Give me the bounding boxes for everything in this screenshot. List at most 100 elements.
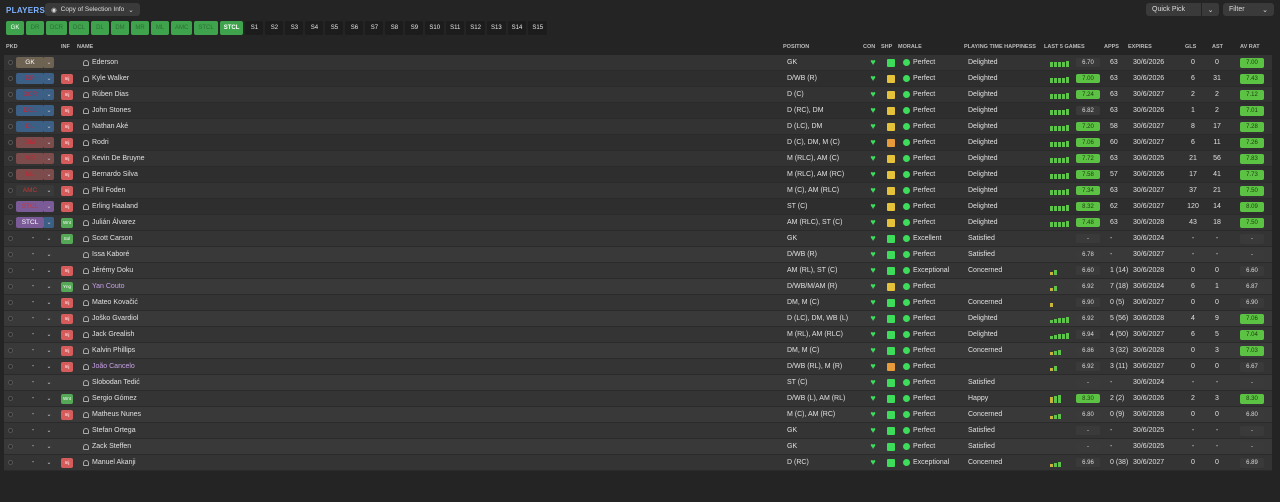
player-name[interactable]: Manuel Akanji	[92, 459, 136, 466]
picked-position-dash[interactable]: -	[28, 459, 38, 466]
tab-s7[interactable]: S7	[365, 21, 384, 35]
picked-position-tag[interactable]: DR	[16, 73, 44, 84]
table-row[interactable]: GK ⌄ Ederson GK ♥ Perfect Delighted 6.70 63 30/6/…	[4, 55, 1272, 71]
col-expires[interactable]: EXPIRES	[1128, 44, 1152, 50]
table-row[interactable]: DM ⌄ Inj Rodri D (C), DM, M (C) ♥ Perfect Delig…	[4, 135, 1272, 151]
select-dot[interactable]	[8, 284, 13, 289]
table-row[interactable]: DCL ⌄ Inj John Stones D (RC), DM ♥ Perfect Deli…	[4, 103, 1272, 119]
position-chevron-icon[interactable]: ⌄	[44, 377, 54, 388]
quick-pick-dropdown-button[interactable]: ⌄	[1201, 3, 1219, 16]
table-row[interactable]: - ⌄ Sol Scott Carson GK ♥ Excellent Satisfied - -…	[4, 231, 1272, 247]
player-name[interactable]: Julián Álvarez	[92, 219, 136, 226]
select-dot[interactable]	[8, 204, 13, 209]
player-name[interactable]: Kevin De Bruyne	[92, 155, 145, 162]
select-dot[interactable]	[8, 364, 13, 369]
picked-position-dash[interactable]: -	[28, 283, 38, 290]
tab-s15[interactable]: S15	[528, 21, 548, 35]
picked-position-dash[interactable]: -	[28, 411, 38, 418]
view-dropdown[interactable]: ◉ Copy of Selection Info ⌄	[45, 3, 140, 16]
tab-dr[interactable]: DR	[26, 21, 44, 35]
tab-amc[interactable]: AMC	[171, 21, 193, 35]
tab-s8[interactable]: S8	[385, 21, 404, 35]
select-dot[interactable]	[8, 300, 13, 305]
col-apps[interactable]: APPS	[1104, 44, 1119, 50]
player-name[interactable]: Jack Grealish	[92, 331, 134, 338]
position-chevron-icon[interactable]: ⌄	[44, 153, 54, 164]
player-name[interactable]: Bernardo Silva	[92, 171, 138, 178]
select-dot[interactable]	[8, 220, 13, 225]
tab-s9[interactable]: S9	[405, 21, 424, 35]
player-name[interactable]: Ederson	[92, 59, 118, 66]
select-dot[interactable]	[8, 428, 13, 433]
tab-s2[interactable]: S2	[265, 21, 284, 35]
position-chevron-icon[interactable]: ⌄	[44, 201, 54, 212]
player-name[interactable]: Rúben Dias	[92, 91, 129, 98]
table-row[interactable]: - ⌄ Issa Kaboré D/WB (R) ♥ Perfect Satisfied 6.…	[4, 247, 1272, 263]
select-dot[interactable]	[8, 236, 13, 241]
picked-position-tag[interactable]: AMC	[16, 185, 44, 196]
picked-position-dash[interactable]: -	[28, 331, 38, 338]
player-name[interactable]: John Stones	[92, 107, 131, 114]
select-dot[interactable]	[8, 332, 13, 337]
position-chevron-icon[interactable]: ⌄	[44, 265, 54, 276]
picked-position-tag[interactable]: ML	[16, 169, 44, 180]
position-chevron-icon[interactable]: ⌄	[44, 169, 54, 180]
picked-position-tag[interactable]: DCR	[16, 89, 44, 100]
select-dot[interactable]	[8, 188, 13, 193]
player-name[interactable]: Kalvin Phillips	[92, 347, 135, 354]
table-row[interactable]: DCR ⌄ Inj Rúben Dias D (C) ♥ Perfect Delighted 7…	[4, 87, 1272, 103]
select-dot[interactable]	[8, 172, 13, 177]
position-chevron-icon[interactable]: ⌄	[44, 121, 54, 132]
player-name[interactable]: Rodri	[92, 139, 109, 146]
player-name[interactable]: Matheus Nunes	[92, 411, 141, 418]
picked-position-tag[interactable]: MR	[16, 153, 44, 164]
select-dot[interactable]	[8, 412, 13, 417]
position-chevron-icon[interactable]: ⌄	[44, 233, 54, 244]
picked-position-dash[interactable]: -	[28, 235, 38, 242]
col-gls[interactable]: GLS	[1185, 44, 1196, 50]
position-chevron-icon[interactable]: ⌄	[44, 137, 54, 148]
picked-position-dash[interactable]: -	[28, 395, 38, 402]
table-row[interactable]: - ⌄ Slobodan Tedić ST (C) ♥ Perfect Satisfied -…	[4, 375, 1272, 391]
player-name[interactable]: Phil Foden	[92, 187, 125, 194]
tab-mr[interactable]: MR	[131, 21, 150, 35]
tab-s1[interactable]: S1	[245, 21, 264, 35]
tab-stcl[interactable]: STCL	[194, 21, 218, 35]
select-dot[interactable]	[8, 140, 13, 145]
position-chevron-icon[interactable]: ⌄	[44, 249, 54, 260]
picked-position-dash[interactable]: -	[28, 379, 38, 386]
tab-dcl[interactable]: DCL	[69, 21, 90, 35]
select-dot[interactable]	[8, 60, 13, 65]
tab-s4[interactable]: S4	[305, 21, 324, 35]
player-name[interactable]: Slobodan Tedić	[92, 379, 140, 386]
tab-s11[interactable]: S11	[446, 21, 465, 35]
player-name[interactable]: João Cancelo	[92, 363, 135, 370]
table-row[interactable]: - ⌄ Yng Yan Couto D/WB/M/AM (R) ♥ Perfect 6.92 7…	[4, 279, 1272, 295]
select-dot[interactable]	[8, 92, 13, 97]
table-row[interactable]: - ⌄ Inj Kalvin Phillips DM, M (C) ♥ Perfect Con…	[4, 343, 1272, 359]
picked-position-tag[interactable]: STCL	[16, 201, 44, 212]
player-name[interactable]: Jérémy Doku	[92, 267, 133, 274]
table-row[interactable]: - ⌄ Inj João Cancelo D/WB (RL), M (R) ♥ Perfec…	[4, 359, 1272, 375]
table-row[interactable]: - ⌄ Inj Mateo Kovačić DM, M (C) ♥ Perfect Conce…	[4, 295, 1272, 311]
select-dot[interactable]	[8, 396, 13, 401]
table-row[interactable]: - ⌄ Inj Manuel Akanji D (RC) ♥ Exceptional Conc…	[4, 455, 1272, 471]
picked-position-dash[interactable]: -	[28, 427, 38, 434]
col-morale[interactable]: MORALE	[898, 44, 922, 50]
col-inf[interactable]: INF	[61, 44, 70, 50]
player-name[interactable]: Nathan Aké	[92, 123, 128, 130]
picked-position-dash[interactable]: -	[28, 347, 38, 354]
player-name[interactable]: Mateo Kovačić	[92, 299, 138, 306]
position-chevron-icon[interactable]: ⌄	[44, 57, 54, 68]
tab-dl[interactable]: DL	[91, 21, 110, 35]
picked-position-tag[interactable]: DM	[16, 137, 44, 148]
col-pkd[interactable]: PKD	[6, 44, 18, 50]
table-row[interactable]: DR ⌄ Inj Kyle Walker D/WB (R) ♥ Perfect Delight…	[4, 71, 1272, 87]
col-playing-time[interactable]: PLAYING TIME HAPPINESS	[964, 44, 1036, 50]
player-name[interactable]: Yan Couto	[92, 283, 125, 290]
position-chevron-icon[interactable]: ⌄	[44, 281, 54, 292]
picked-position-dash[interactable]: -	[28, 363, 38, 370]
player-name[interactable]: Sergio Gómez	[92, 395, 137, 402]
select-dot[interactable]	[8, 124, 13, 129]
table-row[interactable]: - ⌄ Wnt Sergio Gómez D/WB (L), AM (RL) ♥ Perfe…	[4, 391, 1272, 407]
